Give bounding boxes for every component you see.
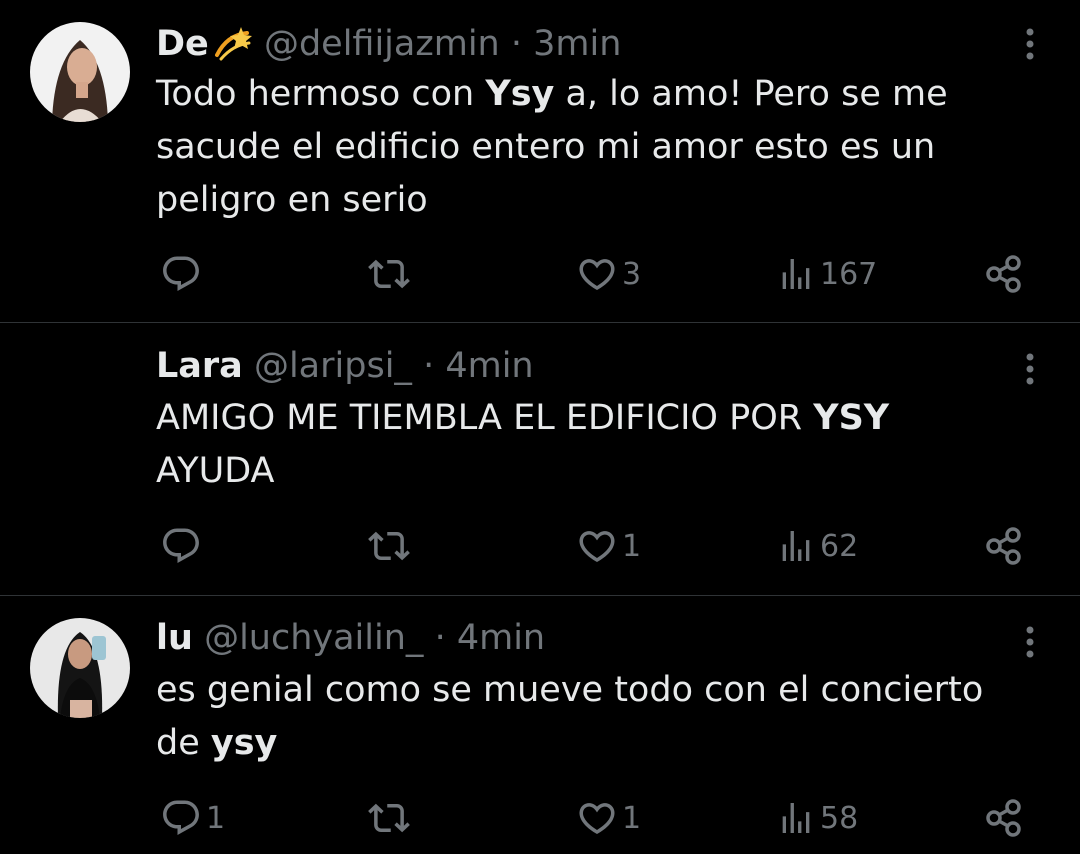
tweet[interactable]: Lara @laripsi_ · 4min AMIGO ME TIEMBLA E… [0, 323, 1080, 594]
tweet-text-part: es genial como se mueve todo con el conc… [156, 670, 984, 763]
tweet-text: AMIGO ME TIEMBLA EL EDIFICIO POR YSY AYU… [156, 392, 956, 498]
view-count: 58 [820, 800, 859, 836]
views-button[interactable]: 62 [776, 524, 858, 568]
like-button[interactable]: 1 [576, 796, 641, 840]
like-button[interactable]: 3 [576, 252, 641, 296]
reply-icon [163, 800, 199, 835]
view-count: 167 [820, 256, 878, 292]
heart-icon [579, 531, 615, 563]
avatar[interactable] [30, 22, 130, 122]
reply-button[interactable] [160, 252, 206, 296]
heart-icon [579, 259, 615, 291]
like-count: 3 [622, 256, 642, 292]
tweet-text-part: Todo hermoso con [156, 74, 486, 114]
analytics-icon [782, 259, 810, 289]
user-handle[interactable]: @laripsi_ [254, 346, 412, 386]
more-options-icon[interactable] [1016, 349, 1044, 389]
separator-dot: · [434, 618, 446, 658]
display-name[interactable]: De [156, 24, 209, 64]
more-options-icon[interactable] [1016, 24, 1044, 64]
heart-icon [579, 803, 615, 835]
avatar[interactable] [30, 618, 130, 718]
share-icon [986, 527, 1021, 565]
retweet-button[interactable] [366, 796, 416, 840]
like-button[interactable]: 1 [576, 524, 641, 568]
retweet-button[interactable] [366, 252, 416, 296]
tweet-header: De @delfiijazmin · 3min [156, 22, 621, 66]
tweet-text-part: AMIGO ME TIEMBLA EL EDIFICIO POR [156, 398, 814, 438]
like-count: 1 [622, 800, 642, 836]
tweet-header: Lara @laripsi_ · 4min [156, 344, 534, 388]
separator-dot: · [423, 346, 435, 386]
reply-feed: De @delfiijazmin · 3min Todo hermoso con… [0, 0, 1080, 854]
like-count: 1 [622, 528, 642, 564]
reply-icon [163, 256, 199, 291]
views-button[interactable]: 167 [776, 252, 877, 296]
reply-icon [163, 528, 199, 563]
timestamp[interactable]: 4min [445, 346, 533, 386]
tweet-header: lu @luchyailin_ · 4min [156, 616, 545, 660]
more-options-icon[interactable] [1016, 622, 1044, 662]
retweet-button[interactable] [366, 524, 416, 568]
display-name[interactable]: Lara [156, 346, 243, 386]
tweet-text: es genial como se mueve todo con el conc… [156, 664, 1036, 770]
tweet-text: Todo hermoso con Ysy a, lo amo! Pero se … [156, 68, 1036, 227]
share-icon [986, 255, 1021, 293]
tweet-text-bold: YSY [813, 398, 890, 438]
tweet-text-bold: ysy [210, 723, 278, 763]
retweet-icon [368, 259, 410, 289]
dizzy-star-icon [213, 25, 253, 61]
share-button[interactable] [984, 796, 1024, 840]
reply-button[interactable] [160, 524, 206, 568]
tweet-text-bold: Ysy [485, 74, 555, 114]
reply-button[interactable]: 1 [160, 796, 225, 840]
share-icon [986, 799, 1021, 837]
views-button[interactable]: 58 [776, 796, 858, 840]
tweet[interactable]: lu @luchyailin_ · 4min es genial como se… [0, 596, 1080, 854]
reply-count: 1 [206, 800, 226, 836]
share-button[interactable] [984, 252, 1024, 296]
timestamp[interactable]: 3min [533, 24, 621, 64]
user-handle[interactable]: @luchyailin_ [204, 618, 423, 658]
timestamp[interactable]: 4min [457, 618, 545, 658]
share-button[interactable] [984, 524, 1024, 568]
tweet[interactable]: De @delfiijazmin · 3min Todo hermoso con… [0, 0, 1080, 322]
view-count: 62 [820, 528, 859, 564]
retweet-icon [368, 803, 410, 833]
analytics-icon [782, 803, 810, 833]
separator-dot: · [510, 24, 523, 64]
user-handle[interactable]: @delfiijazmin [264, 24, 500, 64]
tweet-text-part: AYUDA [156, 451, 275, 491]
analytics-icon [782, 531, 810, 561]
retweet-icon [368, 531, 410, 561]
display-name[interactable]: lu [156, 618, 193, 658]
